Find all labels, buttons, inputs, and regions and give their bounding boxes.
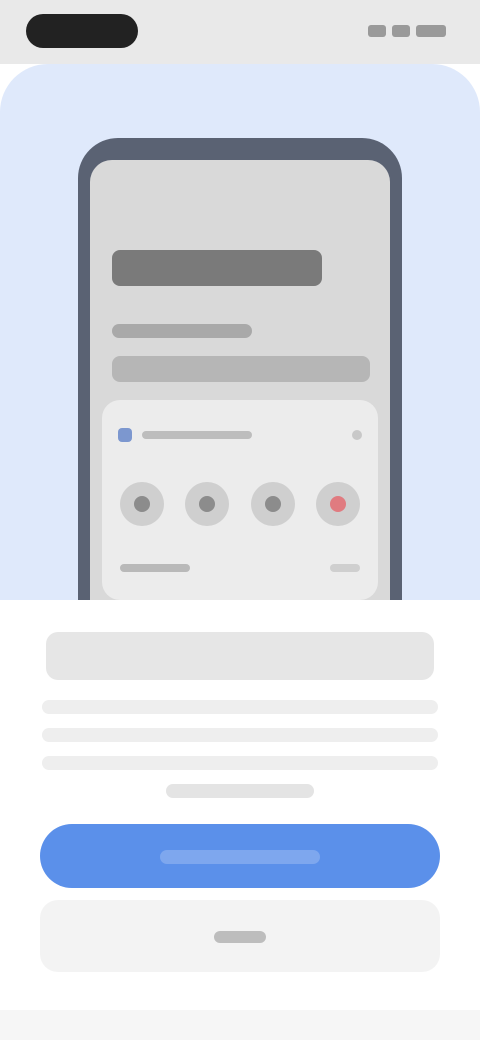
status-time-pill bbox=[26, 14, 138, 48]
mock-row-text-placeholder bbox=[142, 431, 252, 439]
signal-icon bbox=[368, 25, 386, 37]
secondary-skip-button[interactable] bbox=[40, 900, 440, 972]
mock-action-icon bbox=[250, 482, 295, 526]
status-bar bbox=[0, 0, 480, 64]
primary-continue-button[interactable] bbox=[40, 824, 440, 888]
mock-app-icon bbox=[118, 428, 132, 442]
mock-alert-icon bbox=[315, 482, 360, 526]
mock-action-icon bbox=[185, 482, 230, 526]
status-indicators bbox=[354, 22, 446, 40]
mock-footer-end-placeholder bbox=[330, 564, 360, 572]
wifi-icon bbox=[392, 25, 410, 37]
mock-action-icon bbox=[120, 482, 164, 526]
body-text-line bbox=[166, 784, 314, 798]
body-text-line bbox=[42, 728, 438, 742]
mock-subtitle-placeholder bbox=[112, 324, 252, 338]
primary-button-label-placeholder bbox=[160, 849, 320, 864]
phone-mockup-screen bbox=[90, 160, 390, 638]
body-text-line bbox=[42, 700, 438, 714]
onboarding-screen bbox=[0, 0, 480, 1040]
mock-title-placeholder bbox=[112, 250, 322, 286]
body-text-line bbox=[42, 756, 438, 770]
onboarding-headline bbox=[46, 632, 434, 680]
battery-icon bbox=[416, 25, 446, 37]
mock-card bbox=[102, 400, 378, 600]
home-indicator-area bbox=[0, 1010, 480, 1040]
secondary-button-label-placeholder bbox=[214, 930, 266, 943]
bottom-sheet bbox=[0, 600, 480, 1040]
mock-row-dot-icon bbox=[352, 430, 362, 440]
mock-footer-placeholder bbox=[120, 564, 190, 572]
mock-field-placeholder bbox=[112, 356, 370, 382]
phone-mockup-illustration bbox=[78, 138, 402, 638]
mock-action-icons bbox=[120, 482, 360, 536]
